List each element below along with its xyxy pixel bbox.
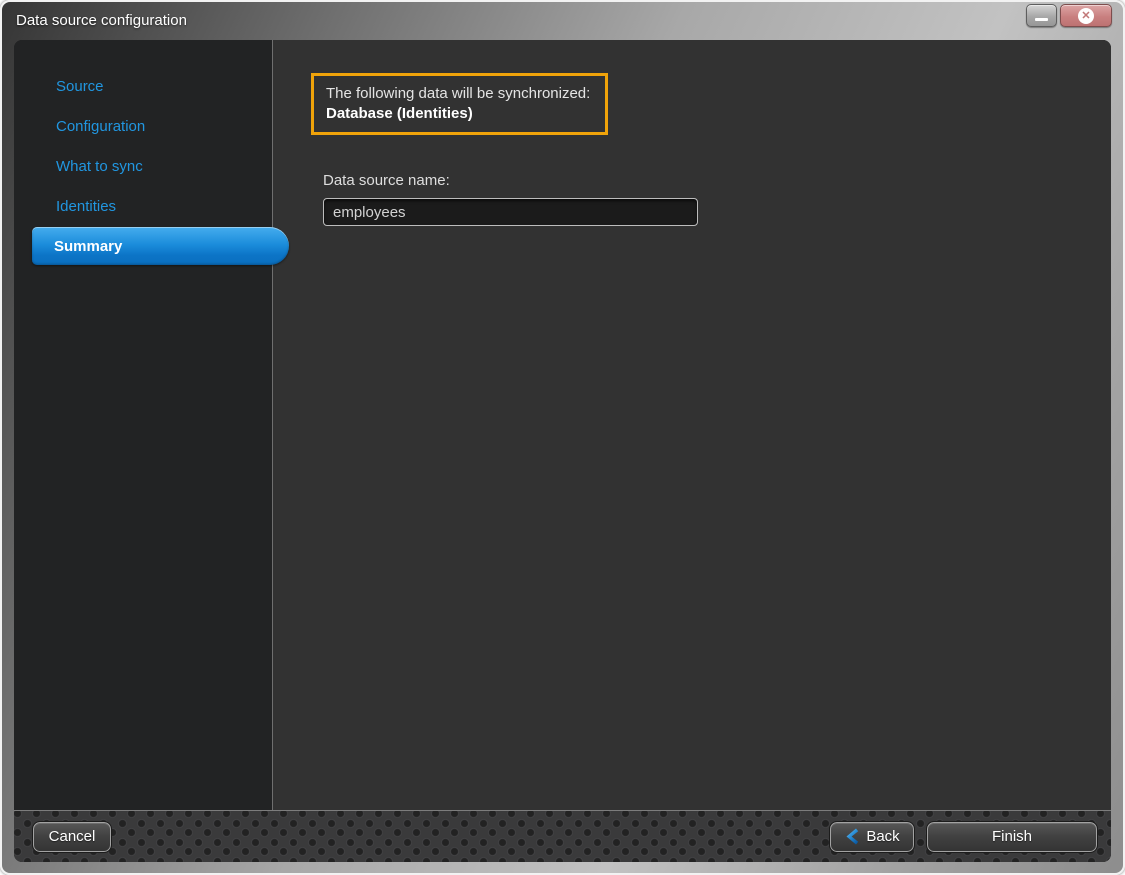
window-controls: ✕	[1026, 4, 1112, 27]
sidebar-item-summary-active[interactable]: Summary	[32, 227, 289, 265]
close-button[interactable]: ✕	[1060, 4, 1112, 27]
sync-summary-box: The following data will be synchronized:…	[311, 73, 609, 135]
minimize-icon	[1035, 18, 1048, 21]
window-title: Data source configuration	[16, 12, 187, 29]
back-arrow-icon	[846, 828, 859, 845]
sidebar-item-label: Summary	[54, 237, 123, 255]
sync-summary-intro: The following data will be synchronized:	[326, 85, 591, 102]
cancel-button[interactable]: Cancel	[32, 820, 112, 853]
data-source-name-label: Data source name:	[323, 172, 450, 189]
summary-page: The following data will be synchronized:…	[273, 40, 1111, 810]
finish-button-label: Finish	[991, 828, 1032, 845]
wizard-steps-sidebar: Source Configuration What to sync Identi…	[14, 40, 289, 810]
finish-button[interactable]: Finish	[926, 820, 1098, 853]
sidebar-item-source[interactable]: Source	[14, 66, 272, 106]
dialog-body: Source Configuration What to sync Identi…	[14, 40, 1111, 862]
sidebar-item-label: Configuration	[56, 117, 146, 135]
dialog-button-bar: Cancel Back Finish	[14, 810, 1111, 862]
back-button[interactable]: Back	[829, 820, 915, 853]
close-icon: ✕	[1078, 7, 1094, 24]
title-bar: Data source configuration ✕	[2, 2, 1123, 40]
nav-button-group: Back Finish	[829, 820, 1098, 853]
data-source-name-input[interactable]	[323, 198, 698, 226]
sidebar-item-label: What to sync	[56, 157, 143, 175]
dialog-window: Data source configuration ✕ Source Confi…	[0, 0, 1125, 875]
sidebar-item-label: Identities	[56, 197, 117, 215]
sidebar-item-label: Source	[56, 77, 104, 95]
sync-summary-item: Database (Identities)	[326, 105, 473, 122]
sidebar-item-configuration[interactable]: Configuration	[14, 106, 272, 146]
cancel-button-label: Cancel	[48, 828, 96, 845]
sidebar-item-what-to-sync[interactable]: What to sync	[14, 146, 272, 186]
minimize-button[interactable]	[1026, 4, 1057, 27]
main-row: Source Configuration What to sync Identi…	[14, 40, 1111, 810]
sidebar-item-identities[interactable]: Identities	[14, 186, 272, 226]
back-button-label: Back	[866, 828, 900, 845]
